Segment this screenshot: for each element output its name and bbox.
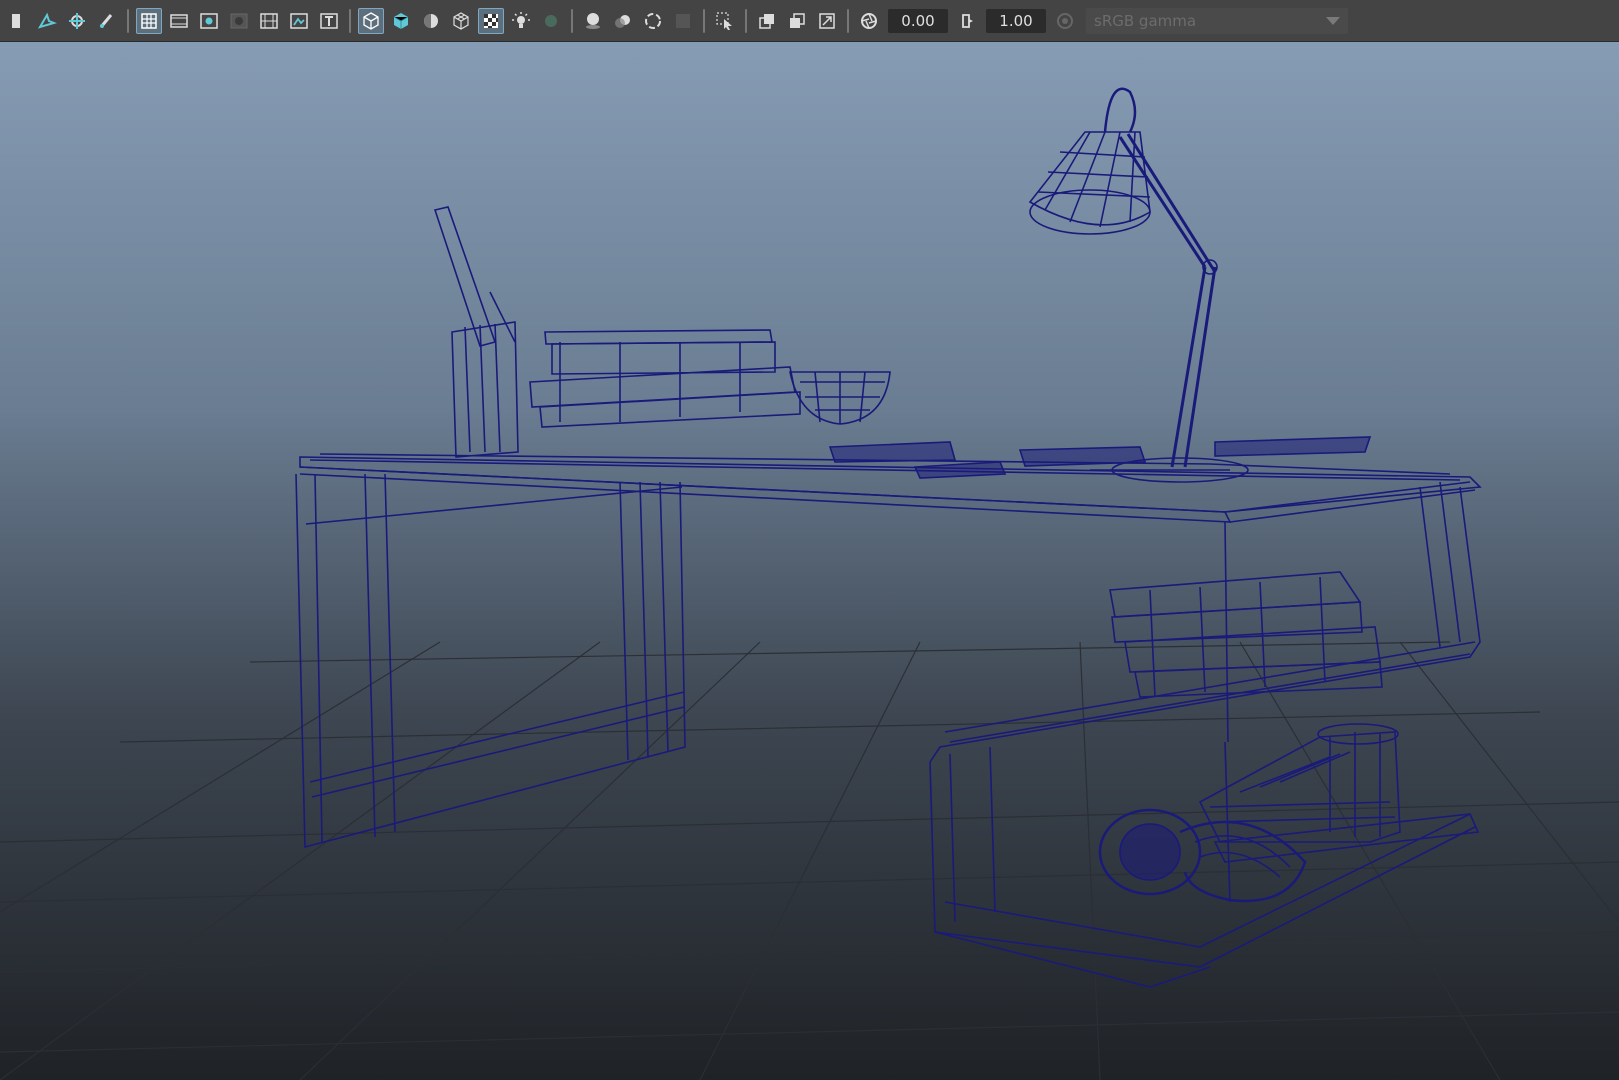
xray-active-icon[interactable] [784, 8, 810, 34]
3d-viewport[interactable] [0, 42, 1619, 1080]
safe-title-icon[interactable] [316, 8, 342, 34]
bookmark-icon[interactable] [4, 8, 30, 34]
flat-shade-icon[interactable] [418, 8, 444, 34]
select-camera-icon[interactable] [64, 8, 90, 34]
screen-space-ao-icon[interactable] [580, 8, 606, 34]
anti-aliasing-icon[interactable] [640, 8, 666, 34]
gamma-field[interactable]: 1.00 [986, 8, 1046, 33]
xray-joints-icon[interactable] [814, 8, 840, 34]
wireframe-icon[interactable] [358, 7, 384, 34]
toolbar-separator [349, 8, 351, 33]
toolbar-separator [745, 8, 747, 33]
film-gate-icon[interactable] [166, 8, 192, 34]
viewport-toolbar: 0.00 1.00 sRGB gamma [0, 0, 1619, 42]
textured-icon[interactable] [478, 7, 504, 34]
xray-icon[interactable] [754, 8, 780, 34]
safe-action-icon[interactable] [286, 8, 312, 34]
wireframe-on-shaded-icon[interactable] [448, 8, 474, 34]
field-chart-icon[interactable] [256, 8, 282, 34]
grid-icon[interactable] [136, 7, 162, 34]
gamma-icon[interactable] [954, 8, 980, 34]
chevron-down-icon [1326, 16, 1340, 25]
brush-icon[interactable] [94, 8, 120, 34]
resolution-gate-icon[interactable] [196, 8, 222, 34]
color-space-label: sRGB gamma [1094, 11, 1197, 30]
exposure-icon[interactable] [856, 8, 882, 34]
shadows-icon[interactable] [538, 8, 564, 34]
toolbar-separator [703, 8, 705, 33]
color-management-icon[interactable] [1052, 8, 1078, 34]
gate-mask-icon[interactable] [226, 8, 252, 34]
color-space-dropdown[interactable]: sRGB gamma [1086, 7, 1348, 34]
exposure-field[interactable]: 0.00 [888, 8, 948, 33]
lights-icon[interactable] [508, 8, 534, 34]
motion-blur-icon[interactable] [610, 8, 636, 34]
isolate-select-icon[interactable] [712, 8, 738, 34]
smooth-shade-icon[interactable] [388, 8, 414, 34]
depth-of-field-icon[interactable] [670, 8, 696, 34]
viewport-scene [0, 87, 1619, 1080]
camera-attributes-icon[interactable] [34, 8, 60, 34]
toolbar-separator [847, 8, 849, 33]
toolbar-separator [571, 8, 573, 33]
toolbar-separator [127, 8, 129, 33]
desk-wireframe [295, 87, 1482, 988]
